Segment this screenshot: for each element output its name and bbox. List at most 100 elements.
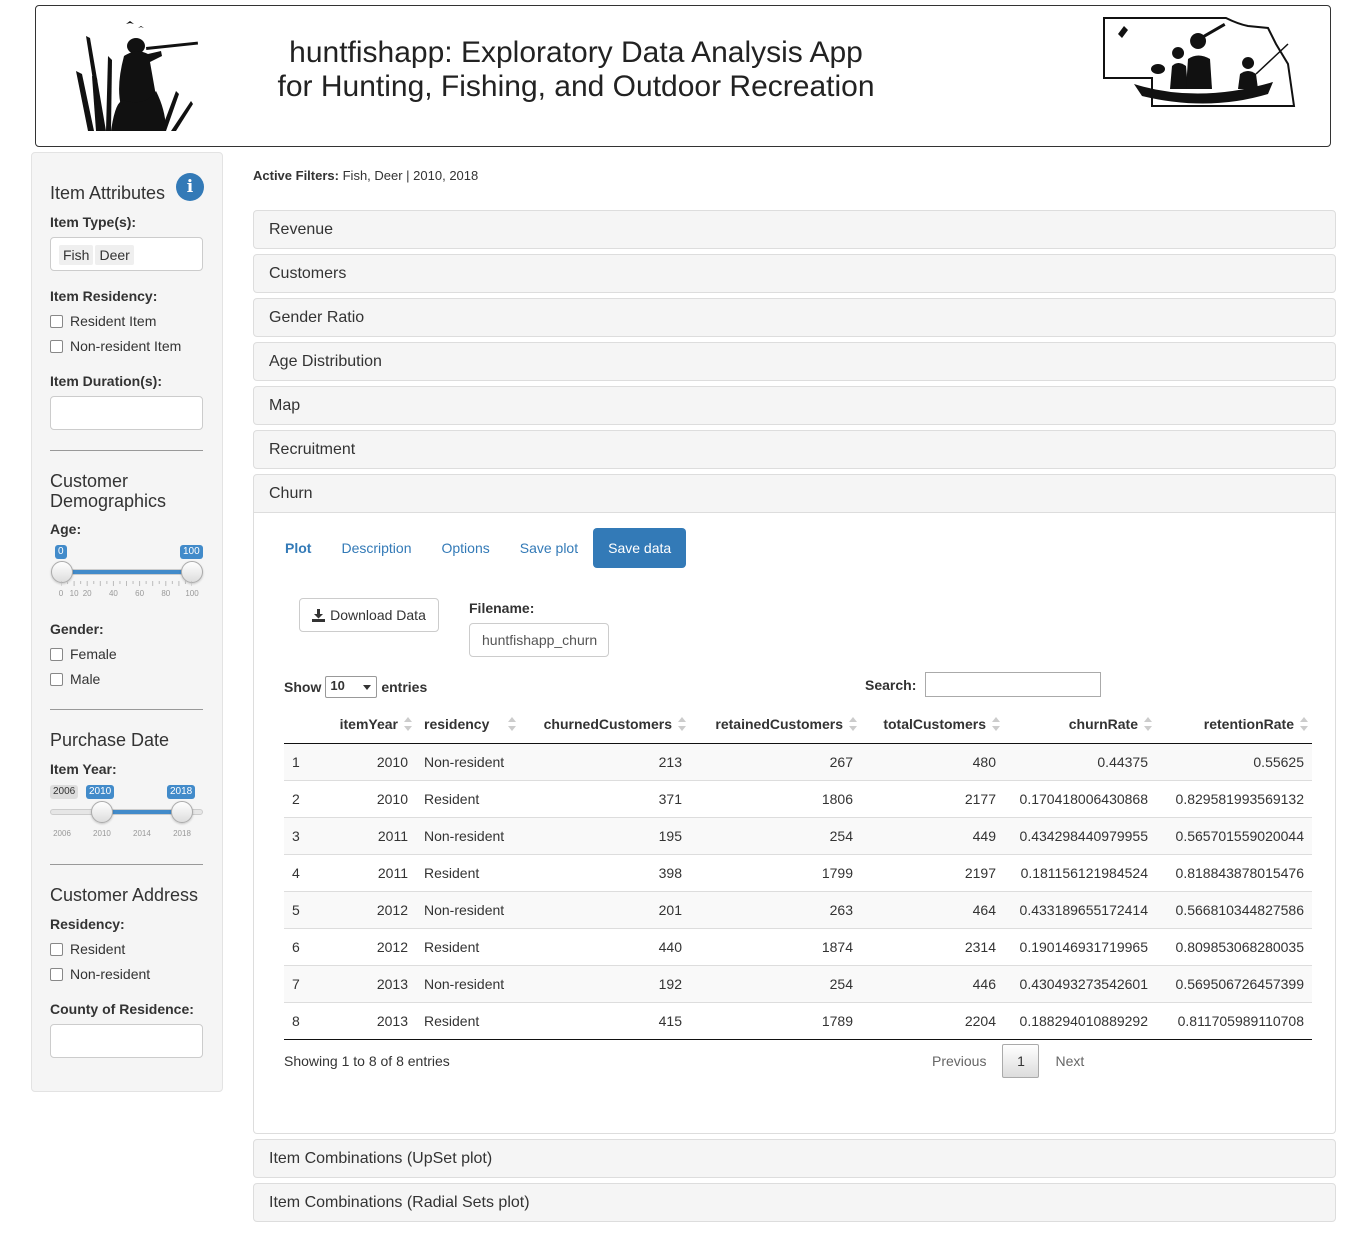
panel-radial-sets-plot[interactable]: Item Combinations (Radial Sets plot) — [253, 1183, 1336, 1222]
table-cell-totalcustomers: 2177 — [861, 779, 1004, 817]
item-year-label: Item Year: — [50, 761, 117, 777]
tab-options[interactable]: Options — [426, 528, 504, 568]
column-header-index[interactable] — [284, 705, 324, 744]
table-row[interactable]: 2 2010 Resident 371 1806 2177 0.17041800643086… — [284, 779, 1312, 817]
sidebar: Item Attributes i Item Type(s): Fish Deer… — [31, 152, 223, 1092]
table-cell-churnedcustomers: 415 — [520, 1001, 690, 1040]
panel-churn[interactable]: Churn — [253, 474, 1336, 513]
panel-upset-plot[interactable]: Item Combinations (UpSet plot) — [253, 1139, 1336, 1178]
table-cell-retainedcustomers: 1799 — [690, 853, 861, 891]
panel-map[interactable]: Map — [253, 386, 1336, 425]
tab-save-data[interactable]: Save data — [593, 528, 687, 568]
table-row[interactable]: 5 2012 Non-resident 201 263 464 0.433189655172… — [284, 890, 1312, 928]
table-cell-churnedcustomers: 195 — [520, 816, 690, 854]
year-to-handle[interactable] — [171, 801, 193, 823]
nonresident-checkbox[interactable]: Non-resident — [50, 966, 150, 982]
entries-select[interactable]: 10 — [325, 676, 378, 698]
age-min-handle[interactable] — [51, 561, 73, 583]
sort-icon — [1300, 717, 1308, 731]
age-max-handle[interactable] — [181, 561, 203, 583]
table-cell-totalcustomers: 449 — [861, 816, 1004, 854]
next-page-button[interactable]: Next — [1043, 1044, 1096, 1078]
resident-item-checkbox[interactable]: Resident Item — [50, 313, 156, 329]
table-cell-itemyear: 2012 — [324, 927, 416, 965]
item-type-chip-deer[interactable]: Deer — [95, 245, 134, 265]
table-cell-retainedcustomers: 267 — [690, 743, 861, 780]
item-residency-label: Item Residency: — [50, 288, 158, 304]
checkbox-label: Female — [70, 646, 117, 662]
checkbox-box[interactable] — [50, 339, 63, 353]
table-row[interactable]: 1 2010 Non-resident 213 267 480 0.44375 0.55625 — [284, 743, 1312, 780]
panel-customers[interactable]: Customers — [253, 254, 1336, 293]
table-cell-index: 1 — [284, 743, 324, 780]
table-row[interactable]: 8 2013 Resident 415 1789 2204 0.18829401088929… — [284, 1001, 1312, 1040]
search-input[interactable] — [925, 672, 1101, 697]
age-slider[interactable]: 0 100 0 10 20 40 60 80 100 — [50, 543, 205, 603]
year-tick-labels: 2006 2010 2014 2018 — [53, 829, 191, 839]
checkbox-box[interactable] — [50, 967, 63, 981]
column-header-churnrate[interactable]: churnRate — [1004, 705, 1156, 744]
table-cell-itemyear: 2013 — [324, 1001, 416, 1040]
table-cell-index: 7 — [284, 964, 324, 1002]
age-tick-labels: 0 10 20 40 60 80 100 — [58, 589, 199, 599]
title-line-2: for Hunting, Fishing, and Outdoor Recrea… — [277, 70, 875, 103]
table-row[interactable]: 3 2011 Non-resident 195 254 449 0.434298440979… — [284, 816, 1312, 854]
checkbox-box[interactable] — [50, 314, 63, 328]
table-row[interactable]: 7 2013 Non-resident 192 254 446 0.430493273542… — [284, 964, 1312, 1002]
item-type-chip-fish[interactable]: Fish — [59, 245, 94, 265]
table-row[interactable]: 6 2012 Resident 440 1874 2314 0.19014693171996… — [284, 927, 1312, 965]
table-cell-churnedcustomers: 201 — [520, 890, 690, 928]
tick-label: 0 — [58, 589, 64, 598]
download-data-button[interactable]: Download Data — [299, 598, 439, 632]
item-year-slider[interactable]: 2006 2010 2018 2006 2010 2014 2018 — [50, 783, 205, 843]
checkbox-label: Resident — [70, 941, 126, 957]
table-cell-residency: Non-resident — [416, 816, 520, 854]
column-header-label: retentionRate — [1203, 715, 1294, 732]
table-cell-itemyear: 2011 — [324, 853, 416, 891]
column-header-retainedcustomers[interactable]: retainedCustomers — [690, 705, 861, 744]
column-header-totalcustomers[interactable]: totalCustomers — [861, 705, 1004, 744]
table-cell-retentionrate: 0.566810344827586 — [1156, 890, 1312, 928]
table-row[interactable]: 4 2011 Resident 398 1799 2197 0.18115612198452… — [284, 853, 1312, 891]
download-icon — [312, 608, 326, 622]
item-types-select[interactable]: Fish Deer — [50, 237, 203, 271]
county-label: County of Residence: — [50, 1001, 194, 1017]
checkbox-box[interactable] — [50, 942, 63, 956]
column-header-itemyear[interactable]: itemYear — [324, 705, 416, 744]
tab-save-plot[interactable]: Save plot — [505, 528, 593, 568]
nonresident-item-checkbox[interactable]: Non-resident Item — [50, 338, 181, 354]
tab-plot[interactable]: Plot — [285, 528, 326, 568]
column-header-retentionrate[interactable]: retentionRate — [1156, 705, 1312, 744]
male-checkbox[interactable]: Male — [50, 671, 100, 687]
table-cell-retainedcustomers: 1789 — [690, 1001, 861, 1040]
download-button-label: Download Data — [330, 607, 426, 623]
table-cell-churnedcustomers: 440 — [520, 927, 690, 965]
table-cell-residency: Non-resident — [416, 890, 520, 928]
resident-checkbox[interactable]: Resident — [50, 941, 125, 957]
item-duration-label: Item Duration(s): — [50, 373, 162, 389]
column-header-churnedcustomers[interactable]: churnedCustomers — [520, 705, 690, 744]
current-page-button[interactable]: 1 — [1002, 1044, 1040, 1078]
female-checkbox[interactable]: Female — [50, 646, 117, 662]
checkbox-box[interactable] — [50, 647, 63, 661]
checkbox-box[interactable] — [50, 672, 63, 686]
panel-revenue[interactable]: Revenue — [253, 210, 1336, 249]
panel-age-distribution[interactable]: Age Distribution — [253, 342, 1336, 381]
year-from-handle[interactable] — [91, 801, 113, 823]
column-header-residency[interactable]: residency — [416, 705, 520, 744]
info-icon[interactable]: i — [176, 173, 204, 201]
table-cell-index: 4 — [284, 853, 324, 891]
age-max-bubble: 100 — [180, 545, 203, 559]
sort-icon — [992, 717, 1000, 731]
tab-description[interactable]: Description — [326, 528, 426, 568]
table-body: 1 2010 Non-resident 213 267 480 0.44375 0.55625… — [284, 743, 1312, 1040]
checkbox-label: Male — [70, 671, 101, 687]
hunter-silhouette-icon — [76, 21, 199, 131]
panel-gender-ratio[interactable]: Gender Ratio — [253, 298, 1336, 337]
panel-recruitment[interactable]: Recruitment — [253, 430, 1336, 469]
filename-input[interactable]: huntfishapp_churn — [469, 623, 609, 657]
item-duration-input[interactable] — [50, 396, 203, 430]
county-input[interactable] — [50, 1024, 203, 1058]
previous-page-button[interactable]: Previous — [920, 1044, 998, 1078]
table-cell-retainedcustomers: 1806 — [690, 779, 861, 817]
